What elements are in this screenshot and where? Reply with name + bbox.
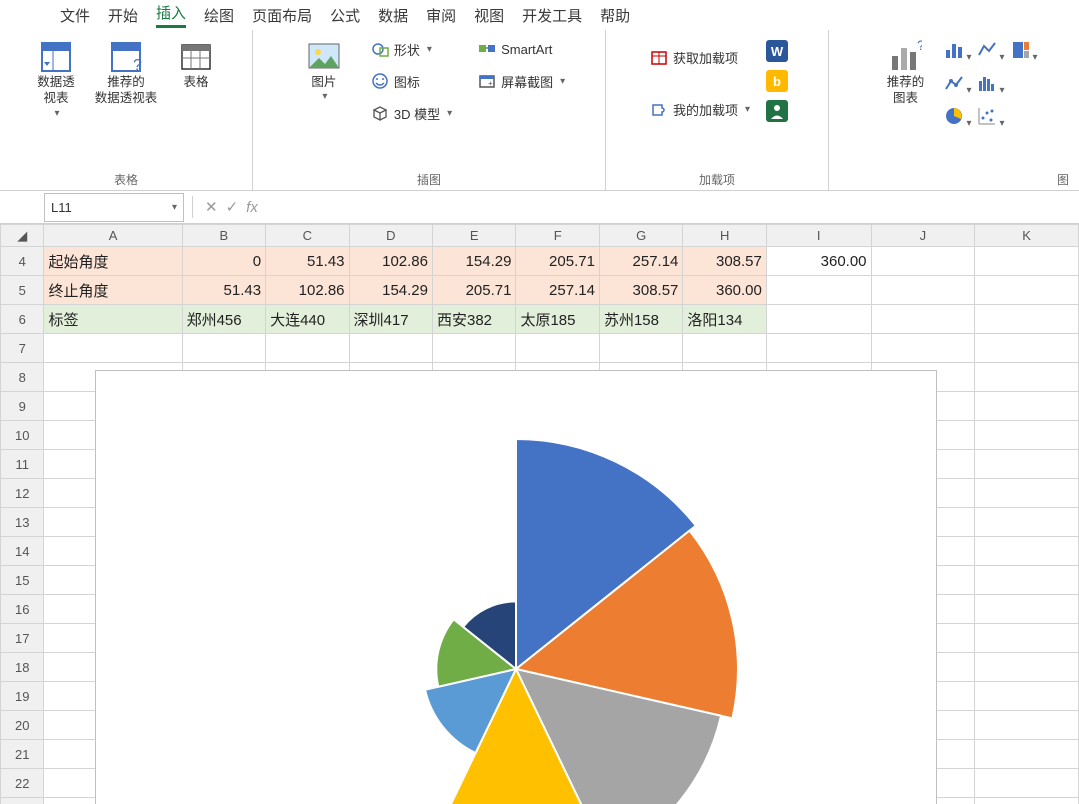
row-5[interactable]: 5 终止角度 51.43 102.86 154.29 205.71 257.14… [1,276,1079,305]
row-4[interactable]: 4 起始角度 0 51.43 102.86 154.29 205.71 257.… [1,247,1079,276]
get-addins-button[interactable]: 获取加载项 [646,44,754,70]
bar-chart-icon[interactable]: ▾ [944,40,971,63]
scatter-chart-icon[interactable]: ▾ [977,106,1004,129]
picture-button[interactable]: 图片▾ [289,36,359,103]
formula-input[interactable] [258,193,1079,222]
screenshot-button[interactable]: + 屏幕截图▾ [474,68,569,94]
row-6[interactable]: 6 标签 郑州456 大连440 深圳417 西安382 太原185 苏州158… [1,305,1079,334]
menu-help[interactable]: 帮助 [600,5,630,26]
icons-label: 图标 [394,72,420,91]
fx-icon[interactable]: fx [246,199,258,216]
cancel-icon[interactable]: ✕ [205,198,218,216]
formula-bar: L11 ▾ ✕ ✓ fx [0,191,1079,224]
menu-view[interactable]: 视图 [474,5,504,26]
menu-file[interactable]: 文件 [60,5,90,26]
svg-text:b: b [773,74,781,89]
svg-text:?: ? [917,40,922,53]
svg-text:?: ? [133,57,142,74]
shapes-icon [371,40,389,58]
smartart-button[interactable]: SmartArt [474,36,569,62]
embedded-chart[interactable] [95,370,937,804]
word-icon[interactable]: W [766,40,788,62]
menu-dev[interactable]: 开发工具 [522,5,582,26]
group-tables: 数据透 视表▾ ? 推荐的 数据透视表 表格 表格 [0,30,253,190]
bing-icon[interactable]: b [766,70,788,92]
group-illustrations-label: 插图 [417,171,441,188]
pie-chart-icon[interactable]: ▾ [944,106,971,129]
menu-draw[interactable]: 绘图 [204,5,234,26]
select-all-corner[interactable]: ◢ [1,225,44,247]
stock-chart-icon[interactable]: ▾ [944,73,971,96]
recommended-charts-button[interactable]: ? 推荐的 图表 [870,36,940,107]
menu-home[interactable]: 开始 [108,5,138,26]
svg-text:W: W [771,44,784,59]
shapes-button[interactable]: 形状▾ [367,36,456,62]
menubar: 文件 开始 插入 绘图 页面布局 公式 数据 审阅 视图 开发工具 帮助 [0,0,1079,30]
line-chart-icon[interactable]: ▾ [977,40,1004,63]
rose-chart-svg [256,409,776,804]
icons-icon [371,72,389,90]
picture-label: 图片 [311,74,336,90]
treemap-chart-icon[interactable]: ▾ [1011,40,1038,63]
screenshot-label: 屏幕截图 [501,72,553,91]
menu-insert[interactable]: 插入 [156,2,186,28]
group-charts-label: 图 [1057,171,1069,188]
icons-button[interactable]: 图标 [367,68,456,94]
group-addins: 获取加载项 我的加载项▾ W b 加载项 [606,30,829,190]
chevron-down-icon[interactable]: ▾ [172,202,177,213]
3dmodel-button[interactable]: 3D 模型▾ [367,100,456,126]
histogram-chart-icon[interactable]: ▾ [977,73,1004,96]
name-box[interactable]: L11 ▾ [44,193,184,222]
cube-icon [371,104,389,122]
puzzle-icon [650,100,668,118]
group-tables-label: 表格 [114,171,138,188]
store-icon [650,48,668,66]
picture-icon [307,40,341,74]
pivot-table-button[interactable]: 数据透 视表▾ [21,36,91,120]
smartart-label: SmartArt [501,42,552,57]
table-button[interactable]: 表格 [161,36,231,90]
svg-text:+: + [488,79,493,88]
worksheet[interactable]: ◢ ABC DEF GHI JK 4 起始角度 0 51.43 102.86 1… [0,224,1079,804]
name-box-value: L11 [51,200,72,215]
group-illustrations: 图片▾ 形状▾ 图标 3D 模型▾ SmartAr [253,30,606,190]
my-addins-button[interactable]: 我的加载项▾ [646,96,754,122]
recommended-pivot-button[interactable]: ? 推荐的 数据透视表 [91,36,161,107]
smartart-icon [478,40,496,58]
recommended-charts-label: 推荐的 图表 [887,74,925,107]
table-label: 表格 [183,74,208,90]
shapes-label: 形状 [394,40,420,59]
menu-formula[interactable]: 公式 [330,5,360,26]
my-addins-label: 我的加载项 [673,100,738,119]
pivot-table-label: 数据透 视表 [37,74,75,107]
get-addins-label: 获取加载项 [673,48,738,67]
group-charts: ? 推荐的 图表 ▾ ▾ ▾ ▾ ▾ ▾ ▾ 图 [829,30,1079,190]
group-addins-label: 加载项 [699,171,735,188]
menu-review[interactable]: 审阅 [426,5,456,26]
menu-layout[interactable]: 页面布局 [252,5,312,26]
recommended-pivot-label: 推荐的 数据透视表 [95,74,158,107]
pivot-table-icon [39,40,73,74]
screenshot-icon: + [478,72,496,90]
column-headers[interactable]: ◢ ABC DEF GHI JK [1,225,1079,247]
enter-icon[interactable]: ✓ [226,198,239,216]
menu-data[interactable]: 数据 [378,5,408,26]
recommended-pivot-icon: ? [109,40,143,74]
recommended-charts-icon: ? [888,40,922,74]
row-7: 7 [1,334,1079,363]
table-icon [179,40,213,74]
ribbon: 数据透 视表▾ ? 推荐的 数据透视表 表格 表格 图片▾ 形状▾ [0,30,1079,191]
3dmodel-label: 3D 模型 [394,104,440,123]
people-graph-icon[interactable] [766,100,788,122]
